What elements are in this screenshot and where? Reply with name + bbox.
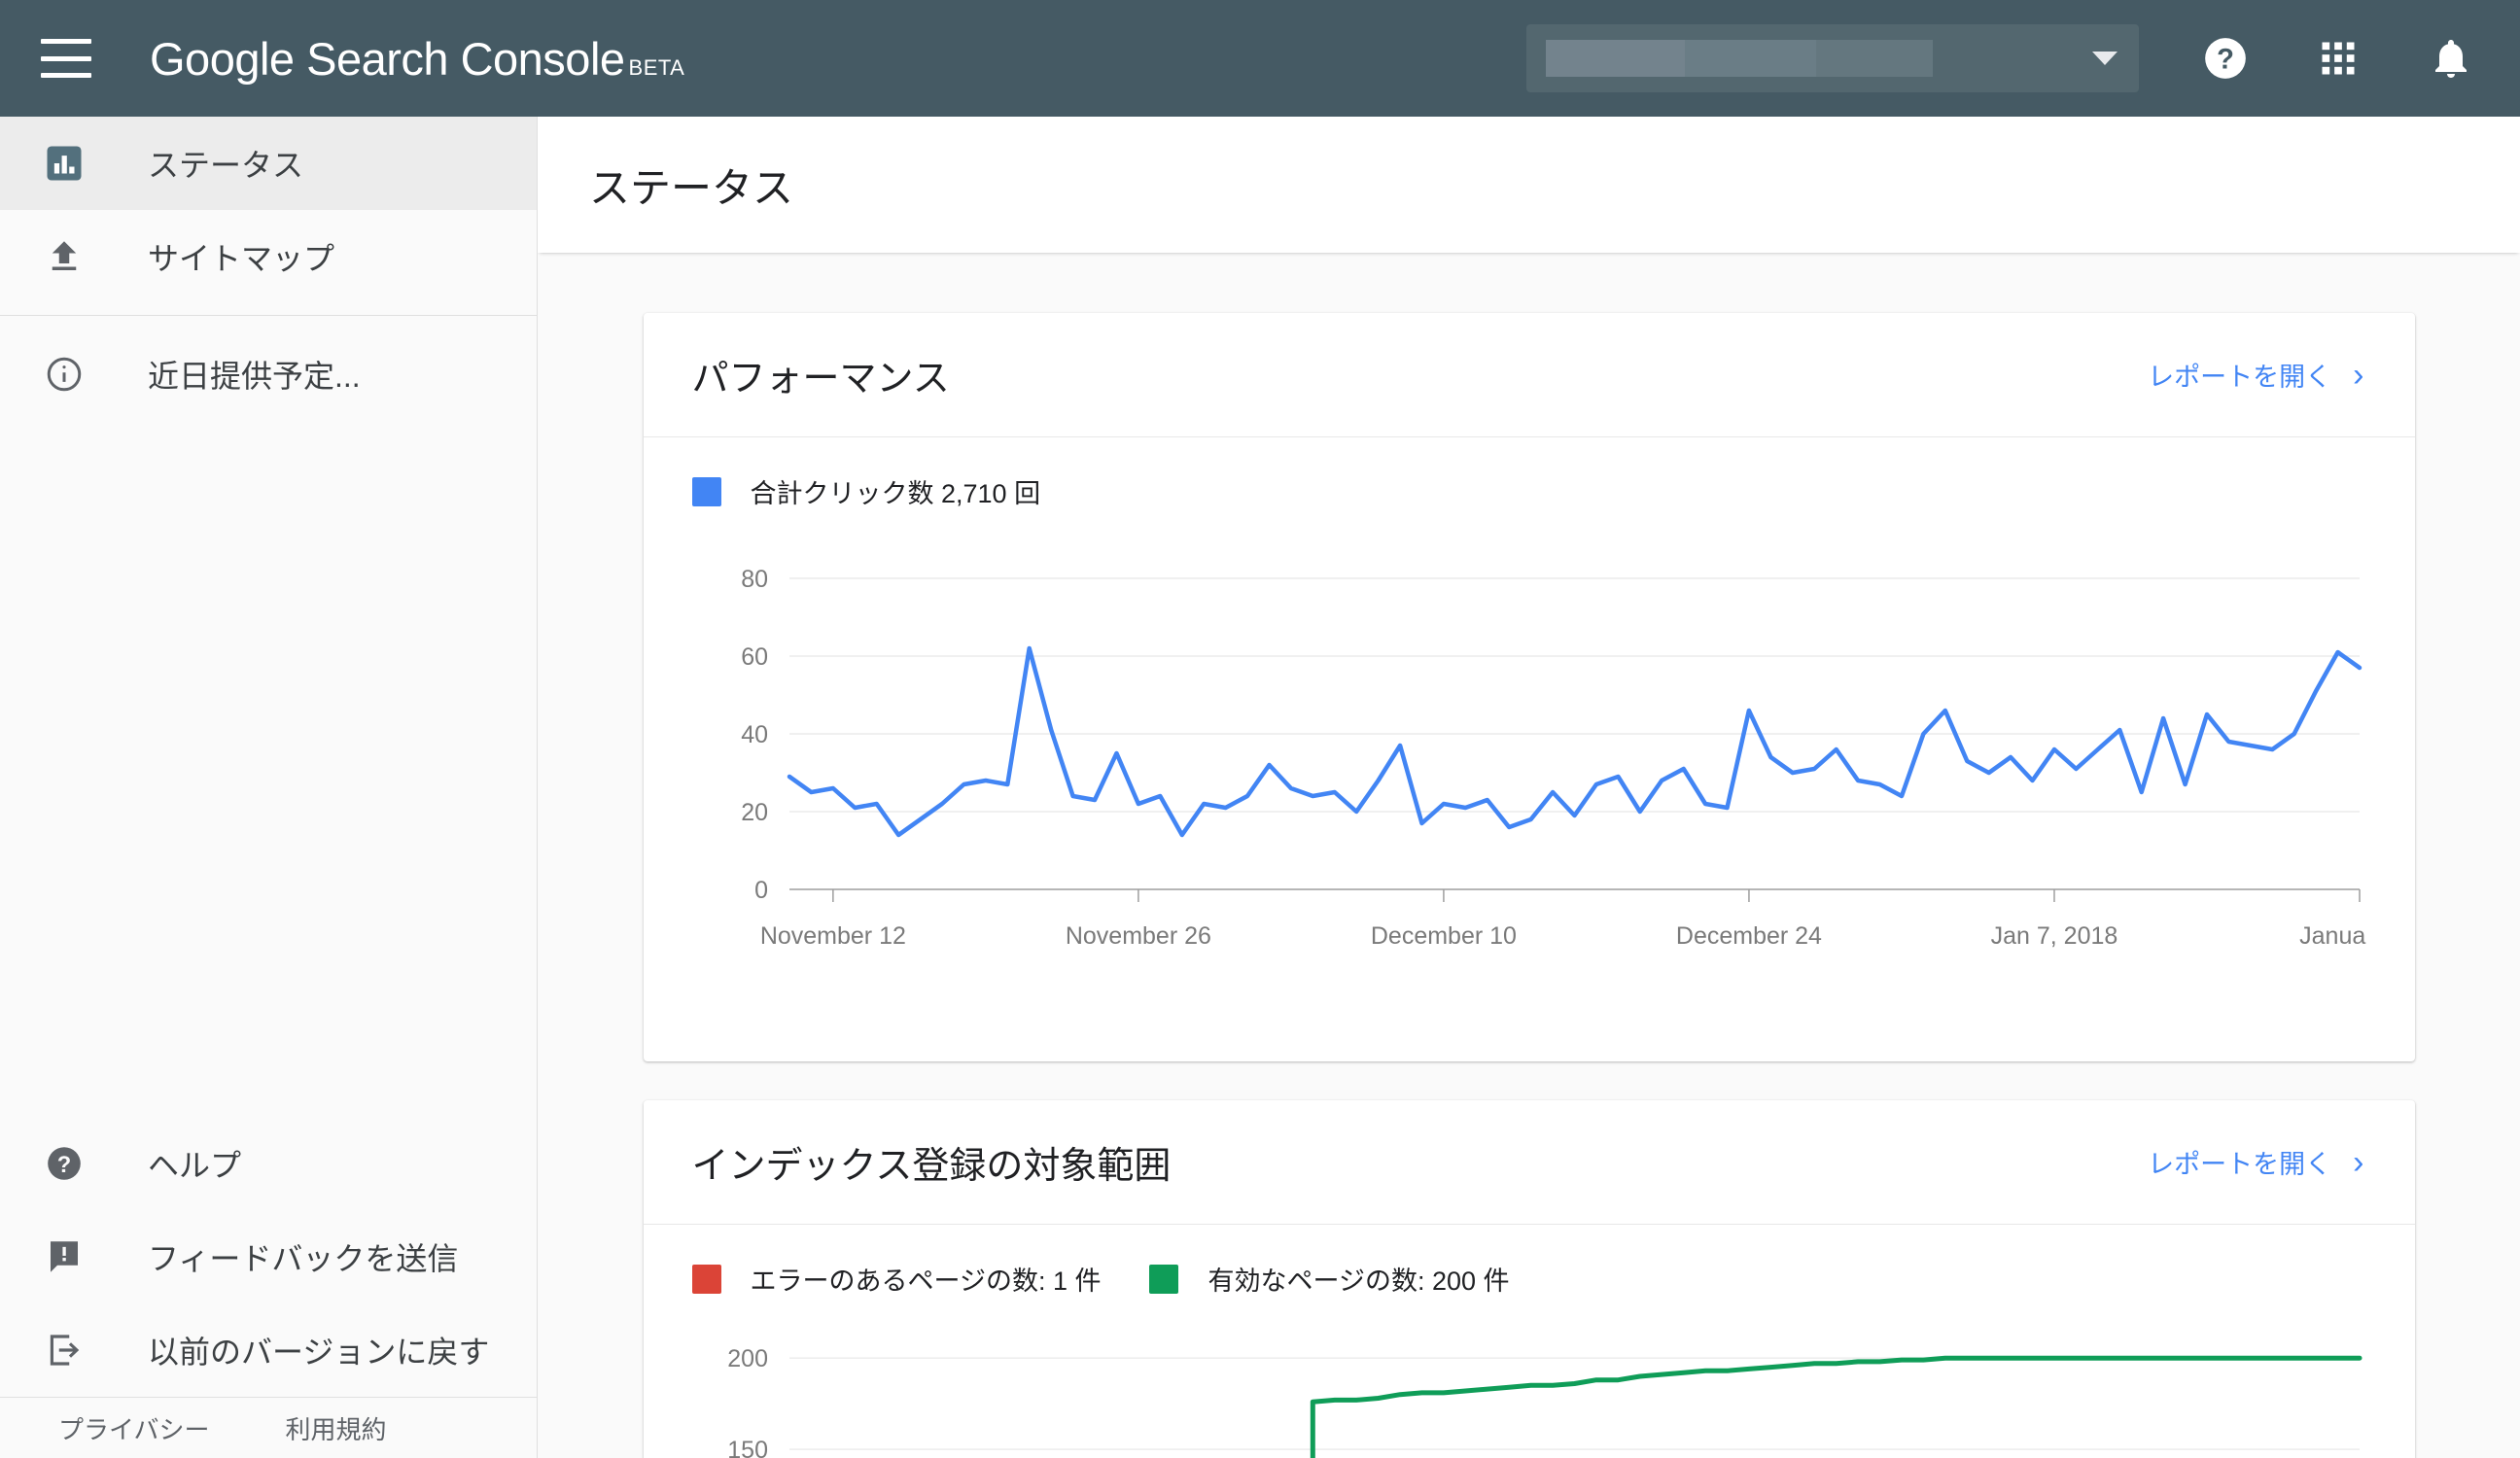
top-app-bar: Google Search Console BETA ? bbox=[0, 0, 2520, 117]
bar-chart-icon bbox=[37, 143, 91, 184]
svg-text:150: 150 bbox=[727, 1437, 768, 1458]
open-report-label: レポートを開く bbox=[2148, 1150, 2332, 1179]
main-content: ステータス パフォーマンス レポートを開く › 合計クリック数 2,710 回 … bbox=[538, 117, 2520, 1458]
index-coverage-line-chart: 150 200 bbox=[727, 1345, 2362, 1458]
terms-link[interactable]: 利用規約 bbox=[285, 1410, 386, 1446]
svg-text:?: ? bbox=[2217, 44, 2234, 75]
svg-text:December 10: December 10 bbox=[1370, 922, 1516, 950]
upload-icon bbox=[37, 236, 91, 277]
index-coverage-legend: エラーのあるページの数: 1 件 有効なページの数: 200 件 bbox=[644, 1225, 2415, 1298]
sidebar-bottom-section: ? ヘルプ フィードバックを送信 以前のバージョンに戻す プライバシー 利用規約 bbox=[0, 1117, 537, 1458]
svg-text:20: 20 bbox=[741, 799, 768, 826]
open-report-link-performance[interactable]: レポートを開く › bbox=[2148, 356, 2363, 394]
index-coverage-card: インデックス登録の対象範囲 レポートを開く › エラーのあるページの数: 1 件… bbox=[643, 1100, 2415, 1458]
chevron-right-icon: › bbox=[2353, 1143, 2364, 1181]
legend-error-pages[interactable]: エラーのあるページの数: 1 件 bbox=[691, 1260, 1102, 1298]
sidebar-item-revert-version[interactable]: 以前のバージョンに戻す bbox=[0, 1303, 537, 1397]
performance-line-chart: 0 20 40 60 80 November 12 November 26 December … bbox=[741, 566, 2366, 950]
sidebar-item-label: ステータス bbox=[148, 148, 304, 183]
sidebar-item-help[interactable]: ? ヘルプ bbox=[0, 1117, 537, 1210]
open-report-label: レポートを開く bbox=[2148, 363, 2332, 392]
brand-title: Google Search Console bbox=[150, 32, 625, 85]
sidebar-footer-links: プライバシー 利用規約 bbox=[0, 1398, 537, 1458]
help-circle-icon: ? bbox=[37, 1143, 91, 1184]
sidebar-item-status[interactable]: ステータス bbox=[0, 117, 537, 210]
legend-swatch bbox=[1149, 1264, 1179, 1294]
svg-text:0: 0 bbox=[754, 877, 768, 904]
svg-text:Jan 7, 2018: Jan 7, 2018 bbox=[1990, 922, 2118, 950]
sidebar-item-feedback[interactable]: フィードバックを送信 bbox=[0, 1210, 537, 1303]
property-value-redacted bbox=[1546, 40, 1933, 77]
svg-text:60: 60 bbox=[741, 643, 768, 671]
sidebar-item-label: サイトマップ bbox=[148, 241, 335, 276]
privacy-link[interactable]: プライバシー bbox=[58, 1410, 209, 1446]
performance-card: パフォーマンス レポートを開く › 合計クリック数 2,710 回 0 20 40 6… bbox=[643, 313, 2415, 1061]
help-circle-icon[interactable]: ? bbox=[2199, 32, 2252, 85]
property-selector[interactable] bbox=[1526, 24, 2139, 92]
svg-text:November 12: November 12 bbox=[759, 922, 905, 950]
sidebar-item-label: 近日提供予定... bbox=[148, 359, 361, 394]
svg-text:40: 40 bbox=[741, 721, 768, 748]
sidebar-item-sitemap[interactable]: サイトマップ bbox=[0, 210, 537, 303]
legend-swatch bbox=[691, 476, 721, 506]
hamburger-icon[interactable] bbox=[41, 39, 91, 78]
svg-text:80: 80 bbox=[741, 566, 768, 593]
sidebar-item-label: ヘルプ bbox=[148, 1148, 242, 1183]
legend-swatch bbox=[691, 1264, 721, 1294]
svg-text:?: ? bbox=[57, 1153, 71, 1178]
svg-text:200: 200 bbox=[727, 1345, 768, 1372]
legend-valid-pages[interactable]: 有効なページの数: 200 件 bbox=[1149, 1260, 1510, 1298]
svg-text:January 21: January 21 bbox=[2299, 922, 2366, 950]
info-circle-icon bbox=[37, 354, 91, 395]
app-brand: Google Search Console BETA bbox=[150, 32, 684, 86]
sidebar-divider bbox=[0, 315, 537, 316]
exit-icon bbox=[37, 1330, 91, 1371]
legend-label: 有効なページの数: 200 件 bbox=[1208, 1267, 1510, 1296]
sidebar-item-label: フィードバックを送信 bbox=[148, 1241, 459, 1276]
page-header: ステータス bbox=[538, 117, 2520, 253]
svg-text:December 24: December 24 bbox=[1675, 922, 1821, 950]
legend-label: 合計クリック数 2,710 回 bbox=[750, 479, 1041, 508]
page-title: ステータス bbox=[589, 164, 794, 211]
chevron-right-icon: › bbox=[2353, 356, 2364, 394]
performance-card-header: パフォーマンス レポートを開く › bbox=[643, 313, 2415, 437]
beta-badge: BETA bbox=[628, 54, 685, 80]
svg-text:November 26: November 26 bbox=[1065, 922, 1210, 950]
feedback-icon bbox=[37, 1236, 91, 1277]
top-bar-actions: ? bbox=[1526, 24, 2477, 92]
performance-legend: 合計クリック数 2,710 回 bbox=[644, 437, 2415, 510]
index-coverage-chart[interactable]: 150 200 bbox=[644, 1298, 2415, 1458]
apps-grid-icon[interactable] bbox=[2312, 32, 2364, 85]
sidebar: ステータス サイトマップ 近日提供予定... ? ヘルプ フィードバックを送信 … bbox=[0, 117, 538, 1458]
performance-chart[interactable]: 0 20 40 60 80 November 12 November 26 December … bbox=[644, 510, 2415, 996]
sidebar-item-coming-soon[interactable]: 近日提供予定... bbox=[0, 328, 537, 421]
card-title: パフォーマンス bbox=[691, 359, 950, 399]
open-report-link-index[interactable]: レポートを開く › bbox=[2148, 1143, 2363, 1181]
chevron-down-icon[interactable] bbox=[2092, 52, 2118, 65]
sidebar-item-label: 以前のバージョンに戻す bbox=[148, 1335, 490, 1370]
legend-total-clicks[interactable]: 合計クリック数 2,710 回 bbox=[691, 472, 1041, 510]
index-coverage-card-header: インデックス登録の対象範囲 レポートを開く › bbox=[643, 1100, 2415, 1225]
card-title: インデックス登録の対象範囲 bbox=[691, 1146, 1172, 1187]
legend-label: エラーのあるページの数: 1 件 bbox=[750, 1267, 1102, 1296]
bell-icon[interactable] bbox=[2425, 32, 2477, 85]
